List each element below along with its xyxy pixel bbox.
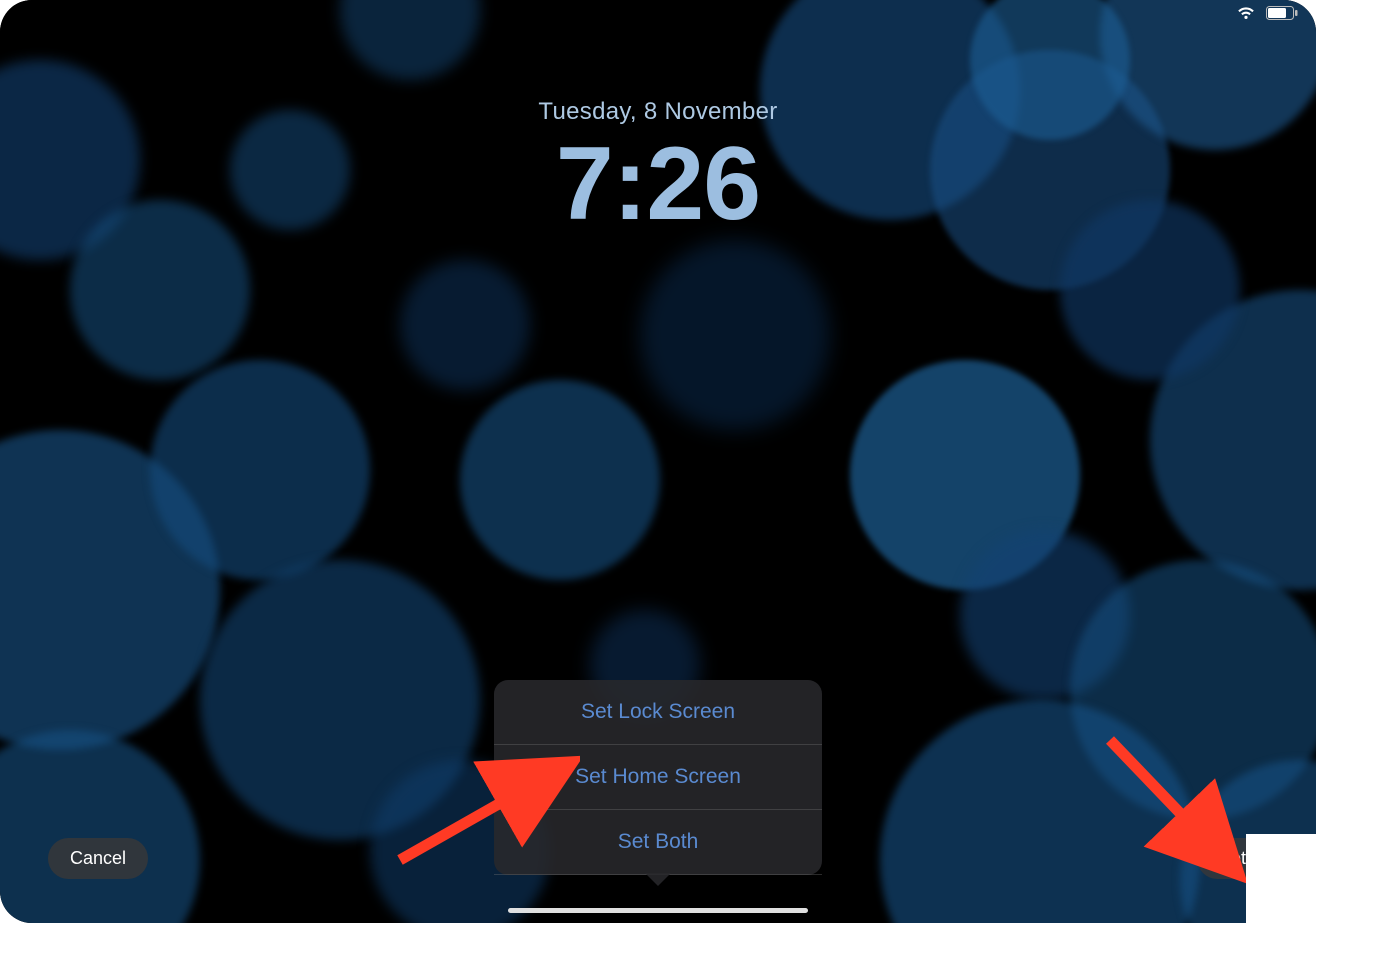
lock-time: 7:26 xyxy=(0,132,1316,236)
status-bar xyxy=(1236,6,1298,20)
set-lock-screen-option[interactable]: Set Lock Screen xyxy=(494,680,822,745)
annotation-arrow-right xyxy=(1090,730,1260,890)
wifi-icon xyxy=(1236,6,1256,20)
lock-date: Tuesday, 8 November xyxy=(0,98,1316,126)
annotation-arrow-left xyxy=(380,740,580,870)
battery-icon xyxy=(1266,6,1298,20)
cancel-button[interactable]: Cancel xyxy=(48,838,148,879)
popover-tail xyxy=(645,873,671,886)
stage: Tuesday, 8 November 7:26 Set Lock Screen… xyxy=(0,0,1396,976)
home-indicator xyxy=(508,908,808,913)
lock-datetime: Tuesday, 8 November 7:26 xyxy=(0,98,1316,236)
watermark-block xyxy=(1246,834,1396,950)
